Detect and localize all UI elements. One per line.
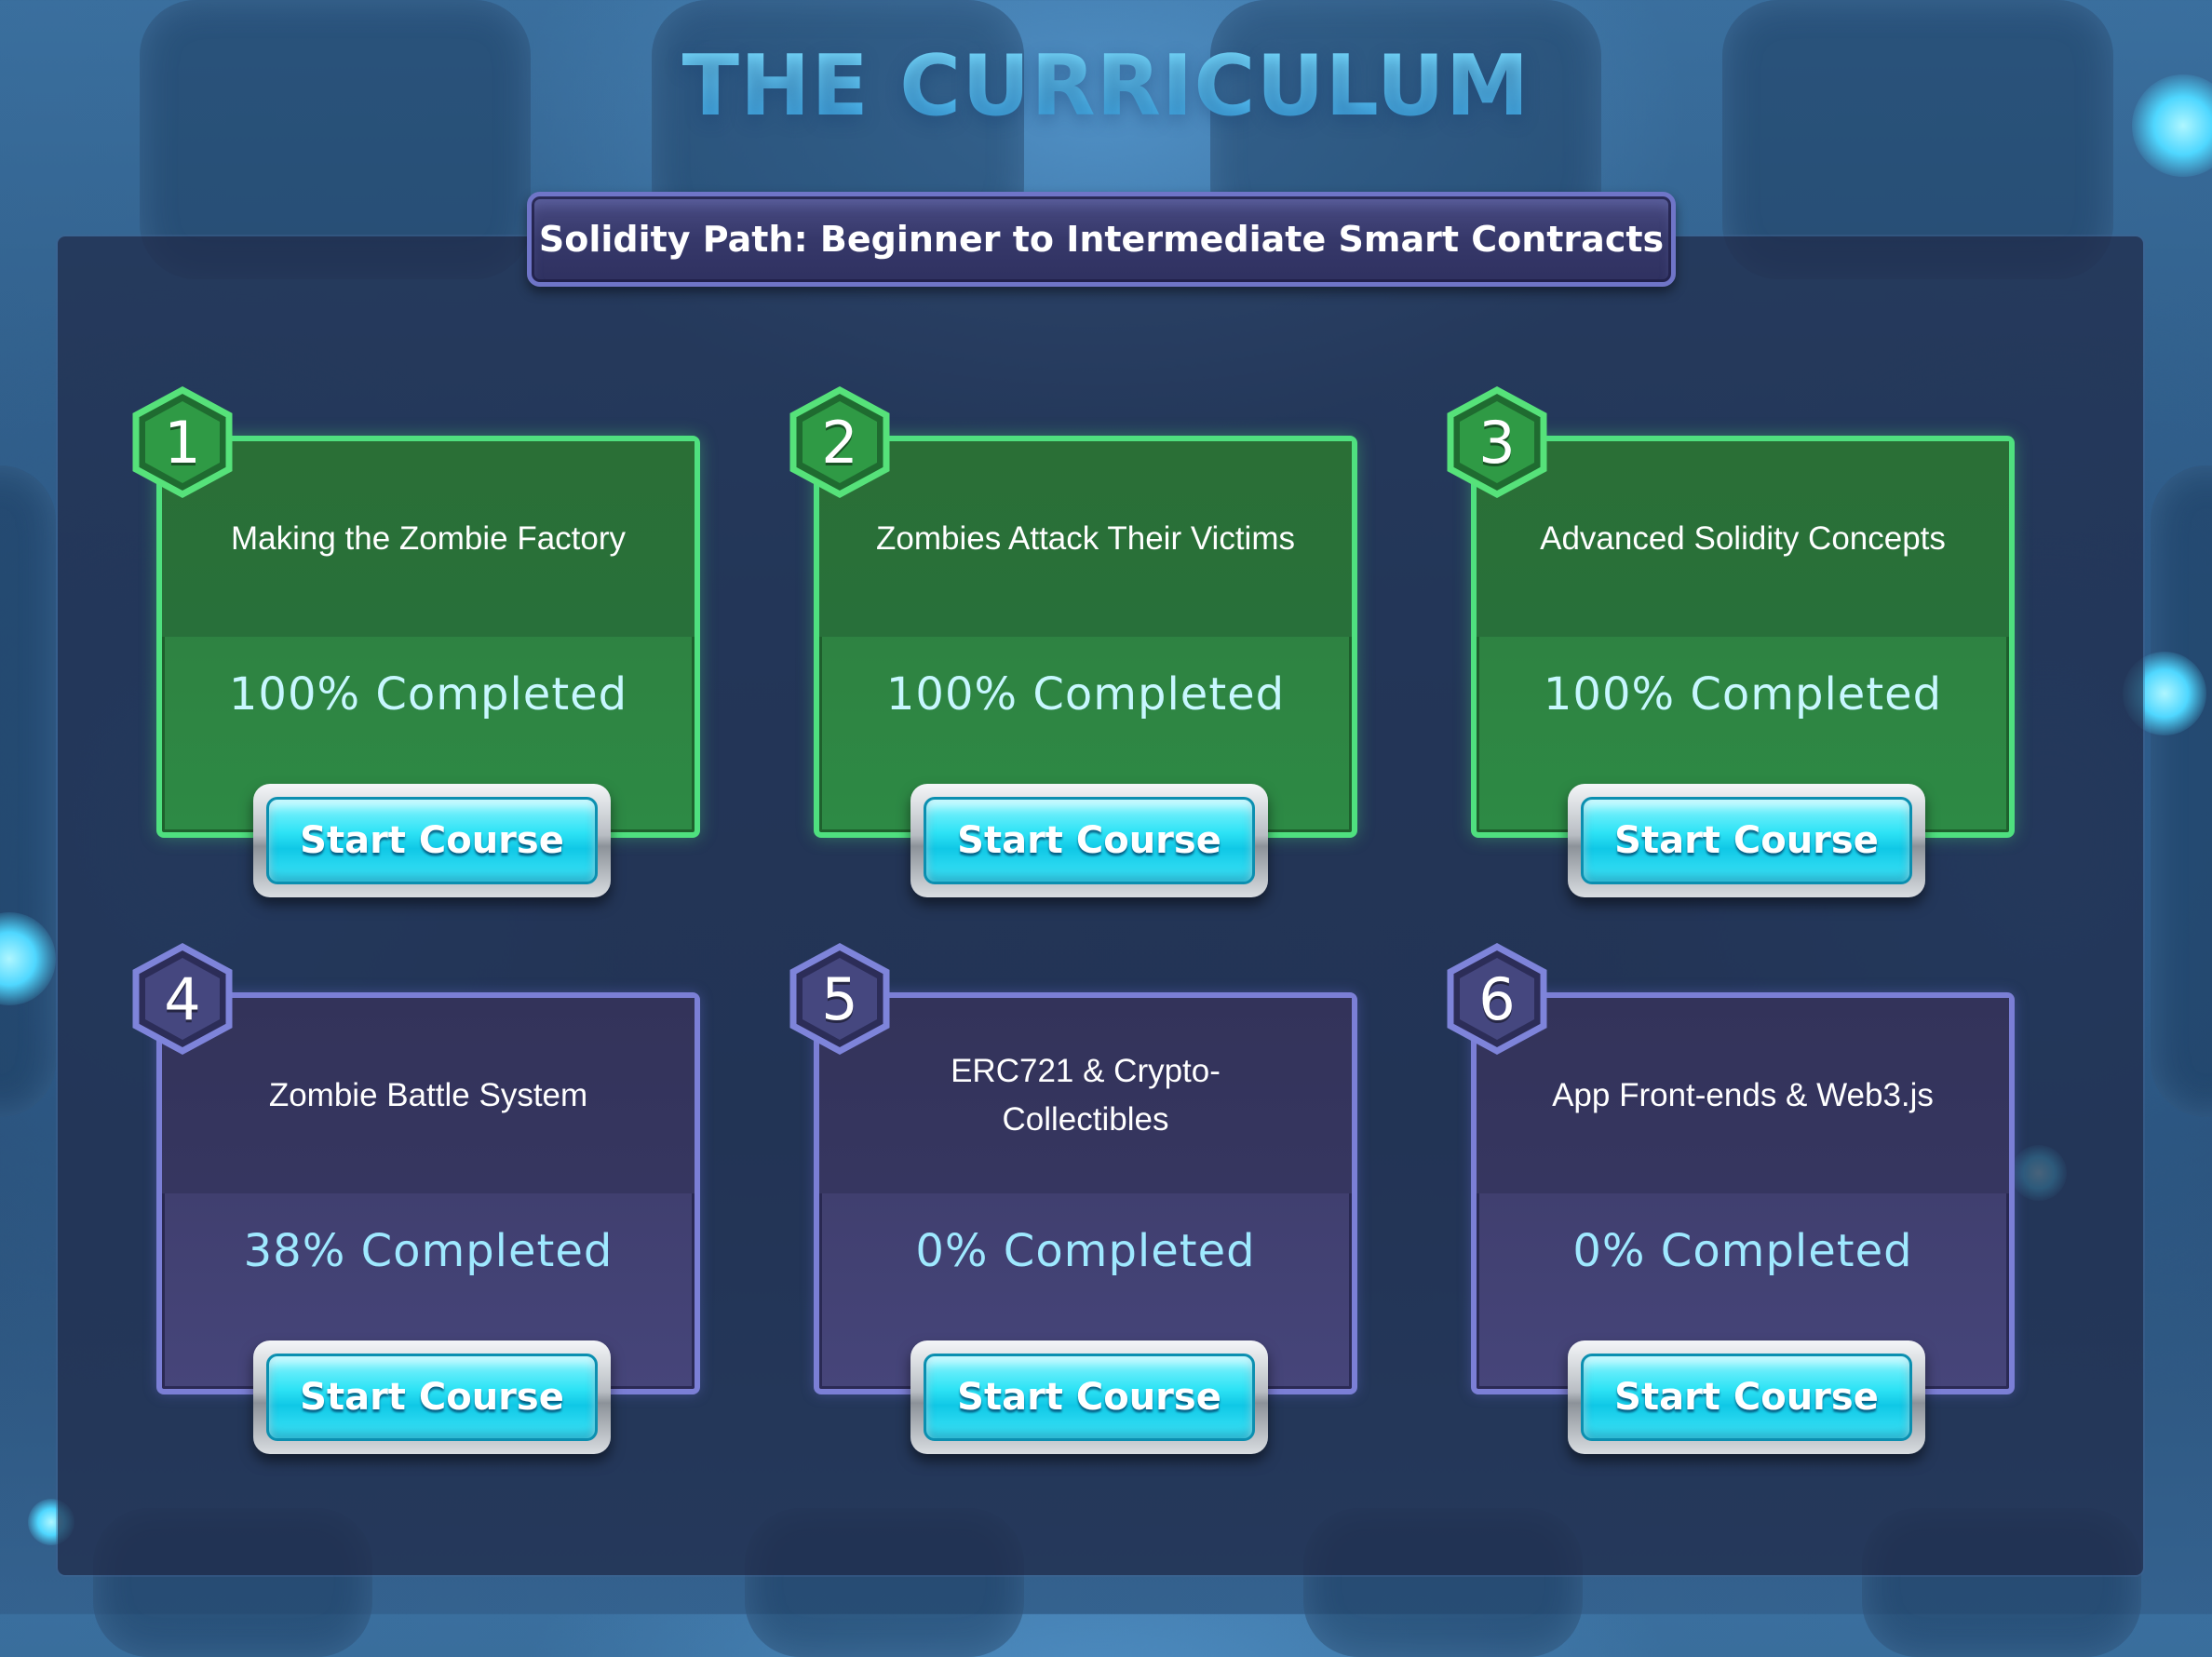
- start-course-label: Start Course: [300, 819, 564, 862]
- start-course-label: Start Course: [1614, 819, 1879, 862]
- course-progress: 100% Completed: [885, 668, 1286, 721]
- start-course-label: Start Course: [957, 819, 1221, 862]
- course-card: Advanced Solidity Concepts 100% Complete…: [1471, 436, 2015, 838]
- course-title: Making the Zombie Factory: [230, 520, 627, 557]
- course-progress: 100% Completed: [228, 668, 628, 721]
- course-progress: 0% Completed: [915, 1225, 1256, 1277]
- course-card: Zombie Battle System 38% Completed: [156, 992, 700, 1394]
- start-course-button[interactable]: Start Course: [253, 1340, 611, 1454]
- start-course-button[interactable]: Start Course: [910, 1340, 1268, 1454]
- course-number-badge: 4: [130, 943, 235, 1055]
- course-number-badge: 3: [1445, 386, 1549, 498]
- start-course-button[interactable]: Start Course: [1568, 1340, 1925, 1454]
- course-number-badge: 2: [788, 386, 892, 498]
- course-progress: 38% Completed: [243, 1225, 614, 1277]
- course-progress: 100% Completed: [1543, 668, 1943, 721]
- path-banner: Solidity Path: Beginner to Intermediate …: [527, 192, 1676, 287]
- course-card: ERC721 & Crypto-Collectibles 0% Complete…: [814, 992, 1357, 1394]
- course-title: App Front-ends & Web3.js: [1552, 1077, 1934, 1113]
- course-progress: 0% Completed: [1572, 1225, 1913, 1277]
- course-number-badge: 6: [1445, 943, 1549, 1055]
- course-number-badge: 5: [788, 943, 892, 1055]
- course-title: ERC721 & Crypto-Collectibles: [951, 1053, 1221, 1138]
- start-course-button[interactable]: Start Course: [1568, 784, 1925, 897]
- start-course-label: Start Course: [300, 1376, 564, 1419]
- course-card: Zombies Attack Their Victims 100% Comple…: [814, 436, 1357, 838]
- start-course-label: Start Course: [1614, 1376, 1879, 1419]
- course-title: Advanced Solidity Concepts: [1540, 520, 1946, 557]
- course-number-badge: 1: [130, 386, 235, 498]
- start-course-label: Start Course: [957, 1376, 1221, 1419]
- start-course-button[interactable]: Start Course: [910, 784, 1268, 897]
- course-card: Making the Zombie Factory 100% Completed: [156, 436, 700, 838]
- course-card: App Front-ends & Web3.js 0% Completed: [1471, 992, 2015, 1394]
- course-title: Zombies Attack Their Victims: [876, 520, 1295, 557]
- course-title: Zombie Battle System: [268, 1077, 588, 1113]
- path-subtitle: Solidity Path: Beginner to Intermediate …: [538, 219, 1665, 260]
- page-title: THE CURRICULUM: [0, 37, 2212, 135]
- start-course-button[interactable]: Start Course: [253, 784, 611, 897]
